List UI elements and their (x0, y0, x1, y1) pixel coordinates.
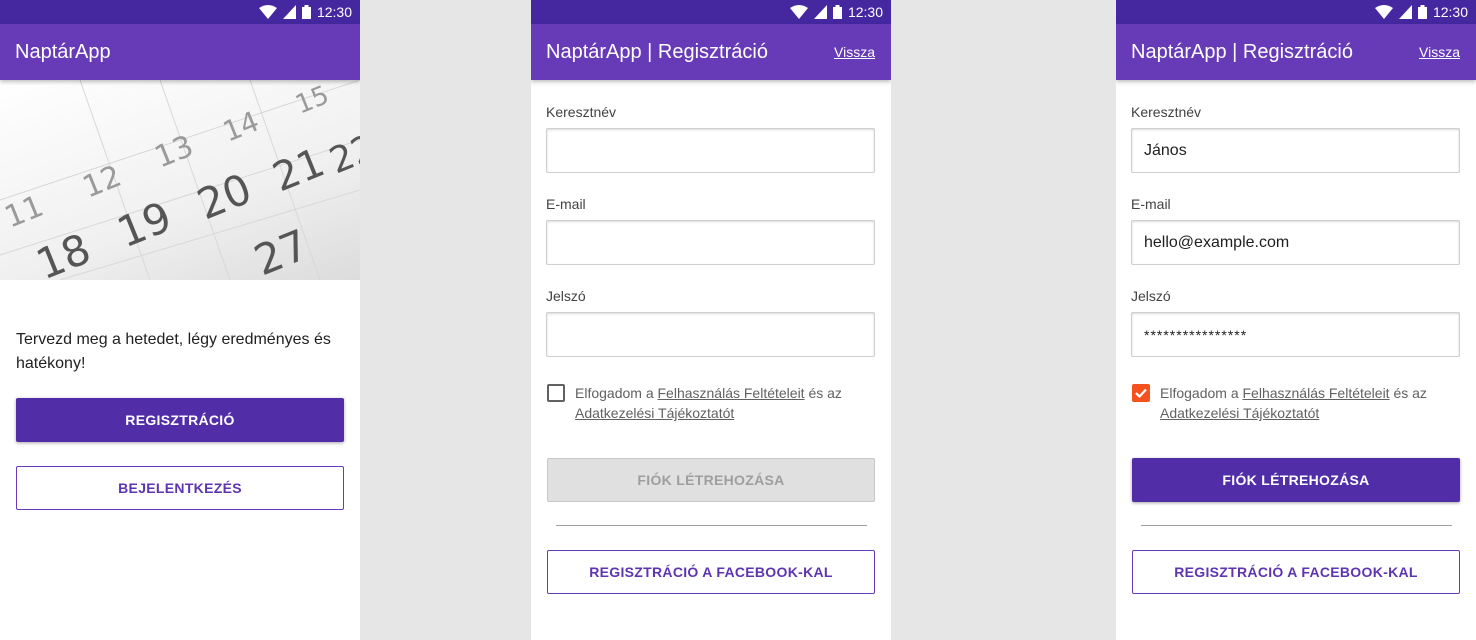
divider (1141, 525, 1452, 526)
password-label: Jelszó (1131, 288, 1171, 304)
hero-number: 14 (218, 105, 263, 149)
email-label: E-mail (1131, 196, 1171, 212)
register-button[interactable]: REGISZTRÁCIÓ (16, 398, 344, 442)
email-label: E-mail (546, 196, 586, 212)
wifi-icon (789, 5, 808, 19)
signal-icon (282, 5, 296, 19)
password-input[interactable] (546, 312, 875, 357)
privacy-policy-link[interactable]: Adatkezelési Tájékoztatót (575, 405, 734, 421)
firstname-label: Keresztnév (546, 104, 617, 120)
app-bar: NaptárApp | Regisztráció Vissza (1116, 24, 1476, 80)
facebook-register-button[interactable]: REGISZTRÁCIÓ A FACEBOOK-KAL (1132, 550, 1460, 594)
facebook-register-button[interactable]: REGISZTRÁCIÓ A FACEBOOK-KAL (547, 550, 875, 594)
firstname-input[interactable]: János (1131, 128, 1460, 173)
page-title: NaptárApp | Regisztráció (546, 40, 768, 63)
checkmark-icon (1135, 388, 1147, 399)
hero-number: 21 (267, 140, 331, 202)
register-screen-empty: 12:30 NaptárApp | Regisztráció Vissza Ke… (531, 0, 891, 640)
terms-checkbox[interactable] (1132, 384, 1150, 402)
hero-number: 20 (190, 164, 258, 229)
terms-of-use-link[interactable]: Felhasználás Feltételeit (1243, 385, 1390, 401)
registration-form: Keresztnév János E-mail hello@example.co… (1116, 104, 1476, 594)
hero-number: 11 (0, 189, 48, 236)
status-time: 12:30 (1432, 4, 1468, 20)
terms-prefix: Elfogadom a (1160, 385, 1243, 401)
back-link[interactable]: Vissza (834, 44, 875, 60)
terms-text: Elfogadom a Felhasználás Feltételeit és … (1160, 383, 1427, 423)
register-screen-filled: 12:30 NaptárApp | Regisztráció Vissza Ke… (1116, 0, 1476, 640)
battery-icon (1417, 5, 1427, 19)
email-input[interactable] (546, 220, 875, 265)
divider (556, 525, 867, 526)
hero-number: 15 (291, 80, 333, 120)
status-time: 12:30 (847, 4, 883, 20)
home-screen: 12:30 NaptárApp 11 12 13 14 15 18 19 20 … (0, 0, 360, 640)
firstname-input[interactable] (546, 128, 875, 173)
password-label: Jelszó (546, 288, 586, 304)
back-link[interactable]: Vissza (1419, 44, 1460, 60)
terms-of-use-link[interactable]: Felhasználás Feltételeit (658, 385, 805, 401)
email-input[interactable]: hello@example.com (1131, 220, 1460, 265)
status-time: 12:30 (316, 4, 352, 20)
app-bar: NaptárApp | Regisztráció Vissza (531, 24, 891, 80)
app-bar: NaptárApp (0, 24, 360, 80)
terms-row: Elfogadom a Felhasználás Feltételeit és … (1131, 383, 1460, 423)
terms-checkbox[interactable] (547, 384, 565, 402)
signal-icon (813, 5, 827, 19)
hero-number: 18 (29, 224, 97, 280)
terms-row: Elfogadom a Felhasználás Feltételeit és … (546, 383, 875, 423)
battery-icon (301, 5, 311, 19)
privacy-policy-link[interactable]: Adatkezelési Tájékoztatót (1160, 405, 1319, 421)
status-bar: 12:30 (0, 0, 360, 24)
terms-prefix: Elfogadom a (575, 385, 658, 401)
registration-form: Keresztnév E-mail Jelszó Elfogadom a Fel… (531, 104, 891, 594)
app-title: NaptárApp (15, 40, 111, 63)
hero-number: 27 (247, 220, 315, 280)
create-account-button[interactable]: FIÓK LÉTREHOZÁSA (547, 458, 875, 502)
terms-middle: és az (804, 385, 842, 401)
signal-icon (1398, 5, 1412, 19)
terms-text: Elfogadom a Felhasználás Feltételeit és … (575, 383, 842, 423)
firstname-label: Keresztnév (1131, 104, 1202, 120)
login-button[interactable]: BEJELENTKEZÉS (16, 466, 344, 510)
calendar-illustration: 11 12 13 14 15 18 19 20 21 27 22 (0, 80, 360, 280)
calendar-hero-image: 11 12 13 14 15 18 19 20 21 27 22 (0, 80, 360, 280)
hero-number: 12 (78, 159, 127, 206)
password-input[interactable]: **************** (1131, 312, 1460, 357)
wifi-icon (258, 5, 277, 19)
create-account-button[interactable]: FIÓK LÉTREHOZÁSA (1132, 458, 1460, 502)
status-bar: 12:30 (1116, 0, 1476, 24)
wifi-icon (1374, 5, 1393, 19)
page-title: NaptárApp | Regisztráció (1131, 40, 1353, 63)
hero-number: 22 (324, 127, 360, 182)
battery-icon (832, 5, 842, 19)
terms-middle: és az (1389, 385, 1427, 401)
status-bar: 12:30 (531, 0, 891, 24)
tagline-text: Tervezd meg a hetedet, légy eredményes é… (16, 331, 331, 372)
